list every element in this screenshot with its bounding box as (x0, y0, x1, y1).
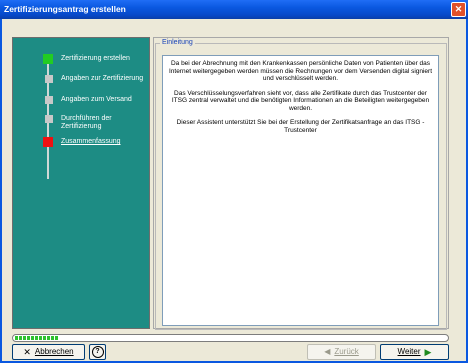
step-label: Zertifizierung erstellen (61, 55, 130, 62)
intro-paragraph: Dieser Assistent unterstützt Sie bei der… (176, 119, 425, 134)
progress-bar (12, 334, 449, 342)
intro-paragraph: Das Verschlüsselungsverfahren sieht vor,… (171, 89, 430, 112)
wizard-steps-panel: Zertifizierung erstellen Angaben zur Zer… (12, 37, 150, 329)
next-button[interactable]: Weiter ▶ (380, 344, 449, 360)
step-label: Angaben zum Versand (61, 96, 132, 103)
progress-block (47, 336, 50, 340)
title-bar[interactable]: Zertifizierungsantrag erstellen ✕ (0, 0, 468, 19)
cancel-button[interactable]: ✕ Abbrechen (12, 344, 85, 360)
help-icon: ? (91, 346, 104, 358)
step-label: Durchführen der Zertifizierung (61, 115, 112, 130)
back-arrow-icon: ◀ (324, 347, 331, 356)
step-label: Angaben zur Zertifizierung (61, 75, 144, 82)
progress-block (35, 336, 38, 340)
progress-block (51, 336, 54, 340)
progress-block (39, 336, 42, 340)
back-button[interactable]: ◀ Zurück (307, 344, 376, 360)
step-done-icon (43, 54, 53, 64)
progress-block (19, 336, 22, 340)
intro-text-box[interactable]: Da bei der Abrechnung mit den Krankenkas… (162, 55, 439, 326)
cancel-label: Abbrechen (34, 347, 74, 356)
window-title: Zertifizierungsantrag erstellen (4, 4, 126, 14)
wizard-window: Zertifizierungsantrag erstellen ✕ Zertif… (0, 0, 468, 363)
step-pending-icon (45, 75, 53, 83)
progress-fill (15, 336, 58, 340)
next-arrow-icon: ▶ (424, 347, 432, 357)
step-final-icon (43, 137, 53, 147)
progress-block (23, 336, 26, 340)
cancel-x-icon: ✕ (23, 347, 31, 357)
back-label: Zurück (334, 347, 359, 356)
next-label: Weiter (397, 347, 421, 356)
intro-paragraph: Da bei der Abrechnung mit den Krankenkas… (168, 60, 433, 82)
close-icon[interactable]: ✕ (451, 2, 466, 17)
step-pending-icon (45, 115, 53, 123)
progress-block (31, 336, 34, 340)
step-label: Zusammenfassung (61, 138, 121, 145)
section-title: Einleitung (160, 39, 195, 46)
step-pending-icon (45, 96, 53, 104)
help-button[interactable]: ? (89, 344, 106, 360)
progress-block (27, 336, 30, 340)
progress-block (43, 336, 46, 340)
progress-block (55, 336, 58, 340)
progress-block (15, 336, 18, 340)
